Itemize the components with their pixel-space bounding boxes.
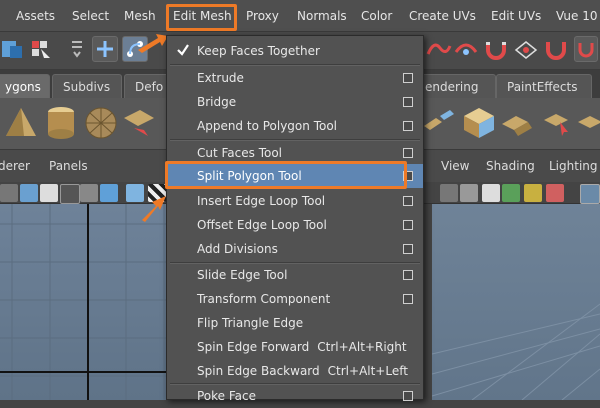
viewport-grid — [0, 204, 166, 400]
magnet-icon[interactable] — [482, 36, 510, 62]
menu-item-spin-edge-forward[interactable]: Spin Edge Forward Ctrl+Alt+Right — [167, 335, 423, 359]
camera-attributes-icon[interactable] — [20, 184, 38, 202]
snap-point-icon[interactable] — [452, 36, 480, 62]
tab-painteffects[interactable]: PaintEffects — [496, 74, 592, 98]
select-camera-icon[interactable] — [440, 184, 458, 202]
bookmark-icon[interactable] — [460, 184, 478, 202]
split-polygon-highlight-box — [165, 161, 407, 189]
menu-item-transform-component[interactable]: Transform Component — [167, 287, 423, 311]
panel-menu-view[interactable]: View — [441, 150, 469, 182]
polygon-select-icon[interactable] — [538, 104, 576, 142]
smooth-shade-icon[interactable] — [100, 184, 118, 202]
menu-mesh[interactable]: Mesh — [124, 0, 156, 32]
xray-icon[interactable] — [546, 184, 564, 202]
panel-menu-shading[interactable]: Shading — [486, 150, 535, 182]
polygon-cube-icon[interactable] — [460, 104, 498, 142]
panel-menu-panels[interactable]: Panels — [49, 150, 88, 182]
grid-toggle-icon[interactable] — [0, 184, 18, 202]
menu-item-label: Spin Edge Forward — [197, 340, 310, 354]
menu-item-insert-edge-loop-tool[interactable]: Insert Edge Loop Tool — [167, 189, 423, 213]
isolate-icon[interactable] — [524, 184, 542, 202]
menu-color[interactable]: Color — [361, 0, 392, 32]
option-box-icon[interactable] — [403, 97, 413, 107]
wireframe-cube-icon[interactable] — [80, 184, 98, 202]
magnet-toggle-button[interactable] — [574, 36, 598, 62]
menu-assets[interactable]: Assets — [16, 0, 55, 32]
menu-item-add-divisions[interactable]: Add Divisions — [167, 237, 423, 261]
image-plane-right-icon[interactable] — [482, 184, 500, 202]
menu-item-label: Bridge — [197, 95, 237, 109]
menu-item-poke-face[interactable]: Poke Face — [167, 384, 423, 408]
menu-item-label: Offset Edge Loop Tool — [197, 218, 327, 232]
tab-polygons[interactable]: ygons — [0, 74, 50, 98]
select-by-hierarchy-icon[interactable] — [28, 36, 56, 62]
menu-item-label: Keep Faces Together — [197, 44, 320, 58]
right-viewport[interactable] — [431, 204, 600, 401]
option-box-icon[interactable] — [403, 270, 413, 280]
wireframe-on-shaded-icon[interactable] — [580, 184, 600, 204]
menu-item-label: Extrude — [197, 71, 244, 85]
menu-item-label: Insert Edge Loop Tool — [197, 194, 326, 208]
menu-item-shortcut: Ctrl+Alt+Right — [317, 340, 407, 354]
edit-mesh-highlight-box — [166, 4, 237, 31]
panel-menu-renderer[interactable]: derer — [0, 150, 30, 182]
polygon-plane-arrow-icon[interactable] — [120, 104, 158, 142]
magnet-live-icon[interactable] — [542, 36, 570, 62]
option-box-icon[interactable] — [403, 196, 413, 206]
menu-item-label: Spin Edge Backward — [197, 364, 320, 378]
menu-create-uvs[interactable]: Create UVs — [409, 0, 476, 32]
menu-item-label: Transform Component — [197, 292, 331, 306]
plus-icon — [97, 41, 113, 57]
menu-item-flip-triangle-edge[interactable]: Flip Triangle Edge — [167, 311, 423, 335]
perspective-grid — [431, 303, 600, 401]
menu-normals[interactable]: Normals — [297, 0, 347, 32]
option-box-icon[interactable] — [403, 148, 413, 158]
menu-item-shortcut: Ctrl+Alt+Left — [327, 364, 408, 378]
image-plane-icon[interactable] — [40, 184, 58, 202]
component-mode-icon[interactable] — [0, 36, 28, 62]
option-box-icon[interactable] — [403, 220, 413, 230]
tab-subdivs[interactable]: Subdivs — [52, 74, 122, 98]
uv-layout-icon[interactable] — [420, 104, 458, 142]
menu-item-label: Slide Edge Tool — [197, 268, 288, 282]
polygon-sphere-icon[interactable] — [82, 104, 120, 142]
menu-select[interactable]: Select — [72, 0, 109, 32]
merge-faces-icon[interactable] — [498, 104, 536, 142]
menu-item-append-to-polygon-tool[interactable]: Append to Polygon Tool — [167, 114, 423, 138]
menu-item-offset-edge-loop-tool[interactable]: Offset Edge Loop Tool — [167, 213, 423, 237]
magnet-small-icon — [578, 43, 594, 58]
menu-item-label: Add Divisions — [197, 242, 278, 256]
snap-view-plane-icon[interactable] — [512, 36, 540, 62]
menu-item-bridge[interactable]: Bridge — [167, 90, 423, 114]
snap-together-icon[interactable] — [64, 36, 92, 62]
tab-rendering[interactable]: endering — [414, 74, 496, 98]
menu-item-label: Flip Triangle Edge — [197, 316, 304, 330]
polygon-pipe-icon[interactable] — [42, 104, 80, 142]
option-box-icon[interactable] — [403, 294, 413, 304]
wireframe-icon[interactable] — [60, 184, 80, 204]
resolution-gate-icon[interactable] — [502, 184, 520, 202]
move-tool-button[interactable] — [92, 36, 118, 62]
extract-faces-icon[interactable] — [574, 104, 600, 142]
menu-item-label: Append to Polygon Tool — [197, 119, 337, 133]
left-viewport[interactable] — [0, 204, 166, 400]
menu-proxy[interactable]: Proxy — [246, 0, 279, 32]
menu-item-keep-faces-together[interactable]: Keep Faces Together — [167, 39, 423, 63]
option-box-icon[interactable] — [403, 244, 413, 254]
menu-item-slide-edge-tool[interactable]: Slide Edge Tool — [167, 263, 423, 287]
menu-item-label: Poke Face — [197, 389, 257, 403]
menu-item-extrude[interactable]: Extrude — [167, 66, 423, 90]
snap-curve-icon[interactable] — [424, 36, 452, 62]
menu-item-spin-edge-backward[interactable]: Spin Edge Backward Ctrl+Alt+Left — [167, 359, 423, 383]
orange-pointer-arrow-icon — [142, 196, 166, 222]
menu-edit-uvs[interactable]: Edit UVs — [491, 0, 541, 32]
menu-vue[interactable]: Vue 10 — [556, 0, 597, 32]
panel-menu-lighting[interactable]: Lighting — [549, 150, 598, 182]
polygon-pyramid-icon[interactable] — [2, 104, 40, 142]
option-box-icon[interactable] — [403, 121, 413, 131]
option-box-icon[interactable] — [403, 73, 413, 83]
